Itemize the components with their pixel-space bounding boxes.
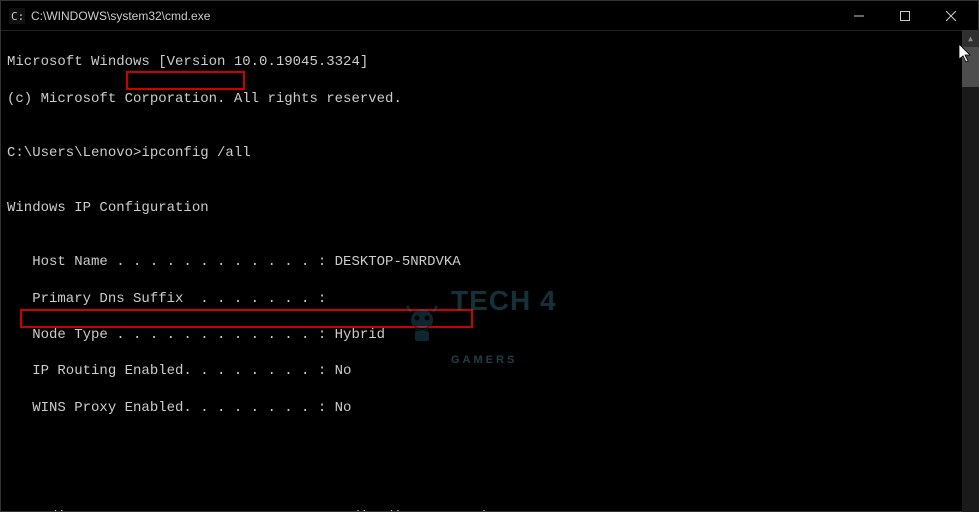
- terminal-output[interactable]: Microsoft Windows [Version 10.0.19045.33…: [1, 31, 978, 511]
- prompt: C:\Users\Lenovo>: [7, 145, 141, 161]
- output-line: Microsoft Windows [Version 10.0.19045.33…: [7, 53, 972, 71]
- redacted-region: [7, 448, 597, 503]
- section-heading: Windows IP Configuration: [7, 199, 972, 217]
- command-text: ipconfig /all: [141, 145, 250, 161]
- window-controls: [836, 1, 974, 30]
- prompt-line: C:\Users\Lenovo>ipconfig /all: [7, 144, 972, 162]
- maximize-icon: [900, 11, 910, 21]
- close-button[interactable]: [928, 1, 974, 31]
- output-line: Node Type . . . . . . . . . . . . : Hybr…: [7, 326, 972, 344]
- output-line: WINS Proxy Enabled. . . . . . . . : No: [7, 399, 972, 417]
- close-icon: [946, 11, 956, 21]
- scrollbar-thumb[interactable]: [962, 47, 979, 87]
- scrollbar[interactable]: ▲: [962, 30, 979, 512]
- titlebar[interactable]: C: C:\WINDOWS\system32\cmd.exe: [1, 1, 978, 31]
- svg-text:C:: C:: [11, 10, 24, 23]
- maximize-button[interactable]: [882, 1, 928, 31]
- cmd-icon: C:: [9, 8, 25, 24]
- window-title: C:\WINDOWS\system32\cmd.exe: [31, 9, 836, 23]
- output-line: Primary Dns Suffix . . . . . . . :: [7, 290, 972, 308]
- minimize-icon: [854, 11, 864, 21]
- minimize-button[interactable]: [836, 1, 882, 31]
- cmd-window: C: C:\WINDOWS\system32\cmd.exe Microsoft…: [0, 0, 979, 512]
- output-line: Host Name . . . . . . . . . . . . : DESK…: [7, 253, 972, 271]
- annotation-highlight-command: [126, 71, 245, 90]
- scroll-up-arrow[interactable]: ▲: [962, 30, 979, 47]
- output-line: (c) Microsoft Corporation. All rights re…: [7, 90, 972, 108]
- output-line: Media State . . . . . . . . . . . : Medi…: [7, 508, 972, 511]
- output-line: IP Routing Enabled. . . . . . . . : No: [7, 362, 972, 380]
